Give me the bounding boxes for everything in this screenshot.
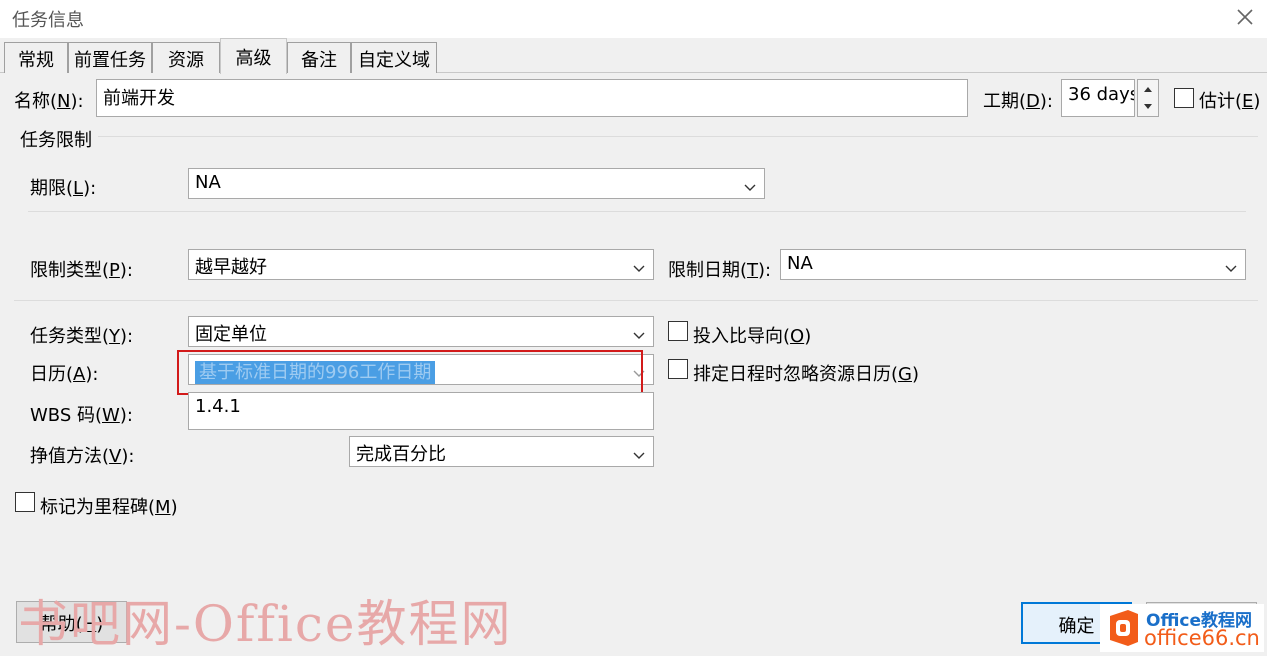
wbs-value: 1.4.1 (195, 396, 241, 417)
name-field[interactable]: 前端开发 (96, 79, 968, 117)
logo-text-bottom: office66.cn (1144, 626, 1260, 650)
deadline-dropdown[interactable]: NA (188, 168, 765, 199)
effort-driven-label: 投入比导向(O) (693, 326, 812, 347)
tab-custom-fields[interactable]: 自定义域 (351, 42, 437, 73)
chevron-down-icon (633, 445, 645, 459)
tab-predecessors-label: 前置任务 (74, 50, 146, 71)
estimate-checkbox[interactable] (1174, 88, 1194, 108)
tab-notes[interactable]: 备注 (287, 42, 351, 73)
name-label: 名称(N): (14, 91, 84, 112)
tab-custom-fields-label: 自定义域 (358, 50, 430, 71)
watermark-logo: Office教程网 office66.cn (1100, 604, 1264, 652)
tab-general[interactable]: 常规 (4, 42, 68, 73)
task-type-value: 固定单位 (195, 324, 267, 345)
earned-value-value: 完成百分比 (356, 444, 446, 465)
tab-advanced[interactable]: 高级 (220, 38, 287, 74)
watermark-text: 书吧网-Office教程网 (18, 595, 513, 653)
deadline-value: NA (195, 172, 221, 193)
duration-spinner[interactable] (1137, 79, 1159, 117)
constraint-type-label: 限制类型(P): (30, 260, 133, 281)
section-divider (98, 136, 1258, 137)
ignore-resource-calendar-checkbox[interactable] (668, 359, 688, 379)
spin-down-icon[interactable] (1138, 98, 1158, 116)
milestone-label: 标记为里程碑(M) (40, 497, 178, 518)
wbs-label: WBS 码(W): (30, 405, 133, 426)
chevron-down-icon (744, 177, 756, 191)
milestone-checkbox[interactable] (15, 492, 35, 512)
divider (14, 300, 1258, 301)
duration-value: 36 days (1068, 84, 1135, 105)
dialog-titlebar (0, 0, 1267, 38)
tab-advanced-label: 高级 (235, 48, 272, 69)
duration-label: 工期(D): (983, 91, 1053, 112)
effort-driven-checkbox[interactable] (668, 321, 688, 341)
spin-up-icon[interactable] (1138, 80, 1158, 98)
task-type-dropdown[interactable]: 固定单位 (188, 316, 654, 347)
earned-value-label: 挣值方法(V): (30, 446, 135, 467)
chevron-down-icon (633, 325, 645, 339)
constraint-date-label: 限制日期(T): (668, 260, 772, 281)
deadline-label: 期限(L): (30, 178, 97, 199)
wbs-field[interactable]: 1.4.1 (188, 392, 654, 430)
tab-general-label: 常规 (18, 50, 54, 71)
constraint-date-dropdown[interactable]: NA (780, 249, 1246, 280)
office-logo-icon (1110, 610, 1138, 646)
tab-resources[interactable]: 资源 (152, 42, 220, 73)
dialog-title: 任务信息 (12, 10, 84, 31)
ignore-resource-calendar-label: 排定日程时忽略资源日历(G) (693, 364, 920, 385)
name-value: 前端开发 (103, 88, 175, 109)
estimate-label: 估计(E) (1199, 91, 1261, 112)
constraint-type-value: 越早越好 (195, 257, 267, 278)
tab-notes-label: 备注 (301, 50, 337, 71)
close-icon[interactable] (1236, 6, 1254, 28)
task-type-label: 任务类型(Y): (30, 326, 134, 347)
tab-predecessors[interactable]: 前置任务 (68, 42, 152, 73)
earned-value-dropdown[interactable]: 完成百分比 (349, 436, 654, 467)
highlight-annotation-box (177, 350, 643, 395)
constraints-section-title: 任务限制 (20, 130, 92, 151)
constraint-type-dropdown[interactable]: 越早越好 (188, 249, 654, 280)
ok-button-label: 确定 (1058, 616, 1095, 637)
tab-resources-label: 资源 (168, 50, 204, 71)
divider (28, 211, 1246, 212)
constraint-date-value: NA (787, 253, 813, 274)
chevron-down-icon (633, 258, 645, 272)
duration-field[interactable]: 36 days (1061, 79, 1135, 117)
calendar-label: 日历(A): (30, 364, 99, 385)
chevron-down-icon (1225, 258, 1237, 272)
